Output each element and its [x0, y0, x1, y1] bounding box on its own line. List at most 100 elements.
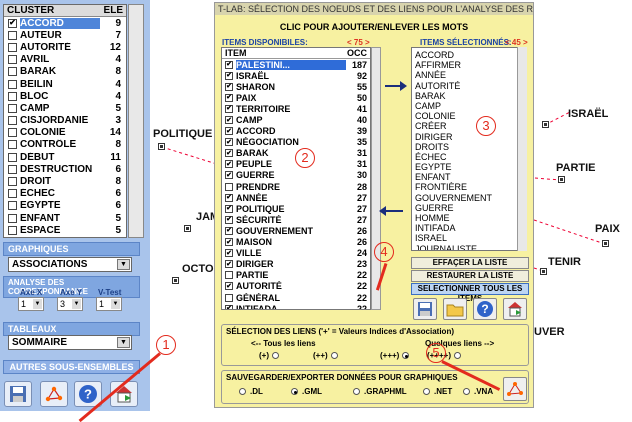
link-option[interactable]: (+++) [380, 351, 410, 360]
selected-item-row[interactable]: CRÉER [415, 121, 523, 131]
available-item-row[interactable]: ✔ CAMP 40 [222, 114, 370, 125]
item-checkbox[interactable] [225, 271, 233, 280]
available-item-row[interactable]: ✔ ANNÉE 27 [222, 192, 370, 203]
cluster-row[interactable]: AVRIL 4 [4, 54, 126, 66]
available-item-row[interactable]: PARTIE 22 [222, 270, 370, 281]
remove-arrow-icon[interactable] [379, 206, 403, 216]
graph-node-politique[interactable]: POLITIQUE [153, 128, 212, 140]
radio-button[interactable] [402, 352, 410, 360]
item-checkbox[interactable]: ✔ [225, 71, 233, 80]
selected-item-row[interactable]: BARAK [415, 91, 523, 101]
cluster-checkbox[interactable] [8, 128, 17, 138]
graph-node-paix[interactable]: PAIX [595, 223, 620, 235]
available-item-row[interactable]: ✔ TERRITOIRE 41 [222, 103, 370, 114]
export-format-option[interactable]: .NET [423, 387, 452, 396]
export-format-option[interactable]: .VNA [463, 387, 493, 396]
cluster-row[interactable]: AUTORITÉ 12 [4, 41, 126, 53]
cluster-checkbox[interactable] [8, 91, 17, 101]
selected-item-row[interactable]: ISRAEL [415, 233, 523, 243]
clear-list-button[interactable]: EFFAÇER LA LISTE [411, 257, 529, 269]
item-checkbox[interactable]: ✔ [225, 249, 233, 258]
available-item-row[interactable]: ✔ SÉCURITÉ 27 [222, 214, 370, 225]
available-list-scrollbar[interactable] [371, 47, 381, 310]
export-format-option[interactable]: .GML [291, 387, 322, 396]
cluster-row[interactable]: BLOC 4 [4, 90, 126, 102]
cluster-checkbox[interactable] [8, 201, 17, 211]
item-checkbox[interactable]: ✔ [225, 215, 233, 224]
item-checkbox[interactable]: ✔ [225, 204, 233, 213]
radio-button[interactable] [272, 352, 279, 360]
selected-item-row[interactable]: AUTORITÉ [415, 81, 523, 91]
dialog-home-button[interactable] [503, 298, 527, 320]
available-item-row[interactable]: ✔ INTIFADA 22 [222, 303, 370, 309]
item-checkbox[interactable]: ✔ [225, 93, 233, 102]
occ-column-header[interactable]: OCC [342, 48, 370, 58]
available-item-row[interactable]: ✔ ISRAËL 92 [222, 70, 370, 81]
available-item-row[interactable]: ✔ PALESTINI... 187 [222, 59, 370, 70]
available-item-row[interactable]: ✔ ACCORD 39 [222, 126, 370, 137]
cluster-row[interactable]: CAMP 5 [4, 102, 126, 114]
axe-y-select[interactable]: 3 ▼ [57, 297, 83, 311]
available-item-row[interactable]: ✔ SHARON 55 [222, 81, 370, 92]
item-checkbox[interactable]: ✔ [225, 138, 233, 147]
item-checkbox[interactable]: ✔ [225, 104, 233, 113]
item-checkbox[interactable]: ✔ [225, 82, 233, 91]
cluster-row[interactable]: BARAK 8 [4, 66, 126, 78]
available-item-row[interactable]: ✔ GOUVERNEMENT 26 [222, 225, 370, 236]
available-item-row[interactable]: ✔ POLITIQUE 27 [222, 203, 370, 214]
graph-node-uver[interactable]: UVER [534, 326, 565, 338]
item-checkbox[interactable] [225, 293, 233, 302]
item-checkbox[interactable]: ✔ [225, 260, 233, 269]
selected-item-row[interactable]: CAMP [415, 101, 523, 111]
item-checkbox[interactable]: ✔ [225, 160, 233, 169]
item-checkbox[interactable]: ✔ [225, 226, 233, 235]
selected-item-row[interactable]: ANNÉE [415, 70, 523, 80]
cluster-scrollbar[interactable] [128, 4, 144, 238]
tableaux-select[interactable]: SOMMAIRE ▼ [8, 335, 132, 350]
export-format-option[interactable]: .GRAPHML [353, 387, 407, 396]
graphiques-select[interactable]: ASSOCIATIONS ▼ [8, 257, 132, 272]
cluster-row[interactable]: DESTRUCTION 6 [4, 163, 126, 175]
cluster-checkbox[interactable] [8, 67, 17, 77]
cluster-checkbox[interactable]: ✔ [8, 18, 17, 28]
chevron-down-icon[interactable]: ▼ [111, 299, 120, 309]
item-checkbox[interactable]: ✔ [225, 304, 233, 309]
dialog-help-button[interactable]: ? [473, 298, 497, 320]
cluster-checkbox[interactable] [8, 79, 17, 89]
cluster-row[interactable]: COLONIE 14 [4, 127, 126, 139]
cluster-row[interactable]: DROIT 8 [4, 175, 126, 187]
item-checkbox[interactable]: ✔ [225, 171, 233, 180]
available-item-row[interactable]: ✔ AUTORITÉ 22 [222, 281, 370, 292]
radio-button[interactable] [454, 352, 462, 360]
cluster-checkbox[interactable] [8, 116, 17, 126]
cluster-row[interactable]: CISJORDANIE 3 [4, 115, 126, 127]
cluster-checkbox[interactable] [8, 213, 17, 223]
selected-item-row[interactable]: AFFIRMER [415, 60, 523, 70]
open-folder-button[interactable] [443, 298, 467, 320]
selected-item-row[interactable]: ENFANT [415, 172, 523, 182]
cluster-checkbox[interactable] [8, 42, 17, 52]
item-checkbox[interactable]: ✔ [225, 149, 233, 158]
available-item-row[interactable]: ✔ PAIX 50 [222, 92, 370, 103]
item-checkbox[interactable]: ✔ [225, 282, 233, 291]
selected-item-row[interactable]: JOURNALISTE [415, 244, 523, 250]
selected-item-row[interactable]: INTIFADA [415, 223, 523, 233]
export-format-option[interactable]: .DL [239, 387, 263, 396]
dialog-save-button[interactable] [413, 298, 437, 320]
link-option[interactable]: (++) [313, 351, 338, 360]
autres-sous-ensembles-button[interactable]: AUTRES SOUS-ENSEMBLES [3, 360, 140, 374]
graph-node-israel[interactable]: ISRAËL [568, 108, 608, 120]
available-item-row[interactable]: ✔ VILLE 24 [222, 248, 370, 259]
selected-list-scrollbar[interactable] [517, 47, 527, 251]
cluster-row[interactable]: BEILIN 4 [4, 78, 126, 90]
select-all-items-button[interactable]: SELECTIONNER TOUS LES ITEMS [411, 283, 529, 303]
selected-item-row[interactable]: FRONTIÈRE [415, 182, 523, 192]
cluster-checkbox[interactable] [8, 55, 17, 65]
network-graph-button[interactable] [40, 381, 68, 407]
radio-button[interactable] [463, 388, 470, 396]
cluster-checkbox[interactable] [8, 140, 17, 150]
export-graph-button[interactable] [503, 377, 527, 401]
selected-item-row[interactable]: ACCORD [415, 50, 523, 60]
item-checkbox[interactable]: ✔ [225, 60, 233, 69]
cluster-checkbox[interactable] [8, 189, 17, 199]
